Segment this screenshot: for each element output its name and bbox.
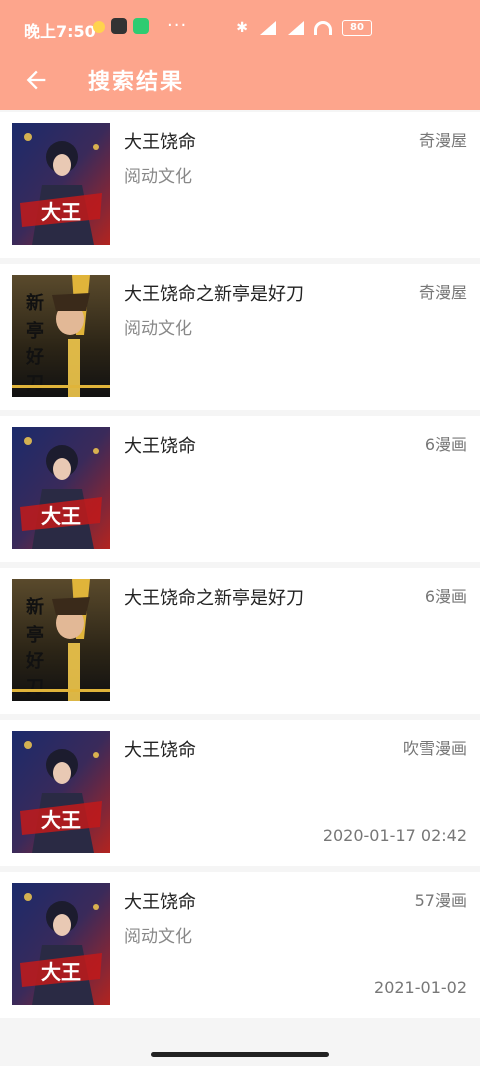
result-item[interactable]: 大王 大王饶命阅动文化 奇漫屋 <box>0 112 480 258</box>
comic-cover-image: 大王 <box>12 731 110 853</box>
svg-text:亭: 亭 <box>26 624 44 646</box>
result-item[interactable]: 新 亭 好 刀 大王饶命之新亭是好刀 6漫画 <box>0 568 480 714</box>
comic-source: 吹雪漫画 <box>402 739 467 758</box>
comic-cover-image: 大王 <box>12 427 110 549</box>
page-title: 搜索结果 <box>88 70 185 95</box>
comic-source: 6漫画 <box>424 435 467 454</box>
comic-author: 阅动文化 <box>124 927 192 947</box>
status-bar: 晚上7:50 ··· ✱ 80 <box>0 0 480 56</box>
comic-author: 阅动文化 <box>124 319 192 339</box>
result-item[interactable]: 大王 大王饶命 6漫画 <box>0 416 480 562</box>
comic-author: 阅动文化 <box>124 167 192 187</box>
bluetooth-icon: ✱ <box>236 20 248 36</box>
svg-text:大王: 大王 <box>41 808 81 832</box>
comic-cover-image: 大王 <box>12 123 110 245</box>
system-icons: ✱ <box>236 20 332 36</box>
download-notification-icon <box>133 18 149 34</box>
search-results-list: 大王 大王饶命 阅动文化 奇漫屋 新 亭 好 刀 大王饶命之新亭是好刀 阅动文化 奇漫屋 <box>0 112 480 1024</box>
home-indicator[interactable] <box>151 1052 329 1057</box>
comic-cover-image: 大王 <box>12 883 110 1005</box>
result-item[interactable]: 大王 大王饶命阅动文化 57漫画 2021-01-02 <box>0 872 480 1018</box>
app-bar: 搜索结果 <box>0 56 480 110</box>
svg-text:好: 好 <box>25 650 44 672</box>
signal-2-icon <box>286 21 304 35</box>
comic-cover-image: 新 亭 好 刀 <box>12 275 110 397</box>
comic-source: 57漫画 <box>414 891 467 910</box>
wifi-icon <box>314 21 332 35</box>
comic-title: 大王饶命 <box>124 892 196 913</box>
comic-source: 6漫画 <box>424 587 467 606</box>
comic-source: 奇漫屋 <box>418 283 467 302</box>
comic-title: 大王饶命 <box>124 740 196 761</box>
message-notification-icon <box>93 21 105 33</box>
battery-icon: 80 <box>342 20 372 36</box>
svg-text:新: 新 <box>26 292 44 314</box>
comic-title: 大王饶命之新亭是好刀 <box>124 284 304 305</box>
comic-title: 大王饶命 <box>124 436 196 457</box>
update-time: 2021-01-02 <box>374 978 467 997</box>
more-notifications-icon: ··· <box>167 15 188 36</box>
result-item[interactable]: 新 亭 好 刀 大王饶命之新亭是好刀 阅动文化 奇漫屋 <box>0 264 480 410</box>
comic-title: 大王饶命之新亭是好刀 <box>124 588 304 609</box>
update-time: 2020-01-17 02:42 <box>322 826 467 845</box>
comic-title: 大王饶命 <box>124 132 196 153</box>
svg-text:刀: 刀 <box>26 373 44 394</box>
comic-source: 奇漫屋 <box>418 131 467 150</box>
svg-text:大王: 大王 <box>41 960 81 984</box>
tiktok-notification-icon <box>111 18 127 34</box>
signal-1-icon <box>258 21 276 35</box>
svg-text:亭: 亭 <box>26 320 44 342</box>
svg-text:新: 新 <box>26 596 44 618</box>
back-arrow-icon[interactable] <box>22 66 50 94</box>
comic-cover-image: 新 亭 好 刀 <box>12 579 110 701</box>
notification-icons: ··· <box>93 15 188 36</box>
svg-text:大王: 大王 <box>41 200 81 224</box>
svg-text:大王: 大王 <box>41 504 81 528</box>
status-time: 晚上7:50 <box>24 22 96 41</box>
svg-text:好: 好 <box>25 346 44 368</box>
result-item[interactable]: 大王 大王饶命 吹雪漫画 2020-01-17 02:42 <box>0 720 480 866</box>
svg-text:刀: 刀 <box>26 677 44 698</box>
